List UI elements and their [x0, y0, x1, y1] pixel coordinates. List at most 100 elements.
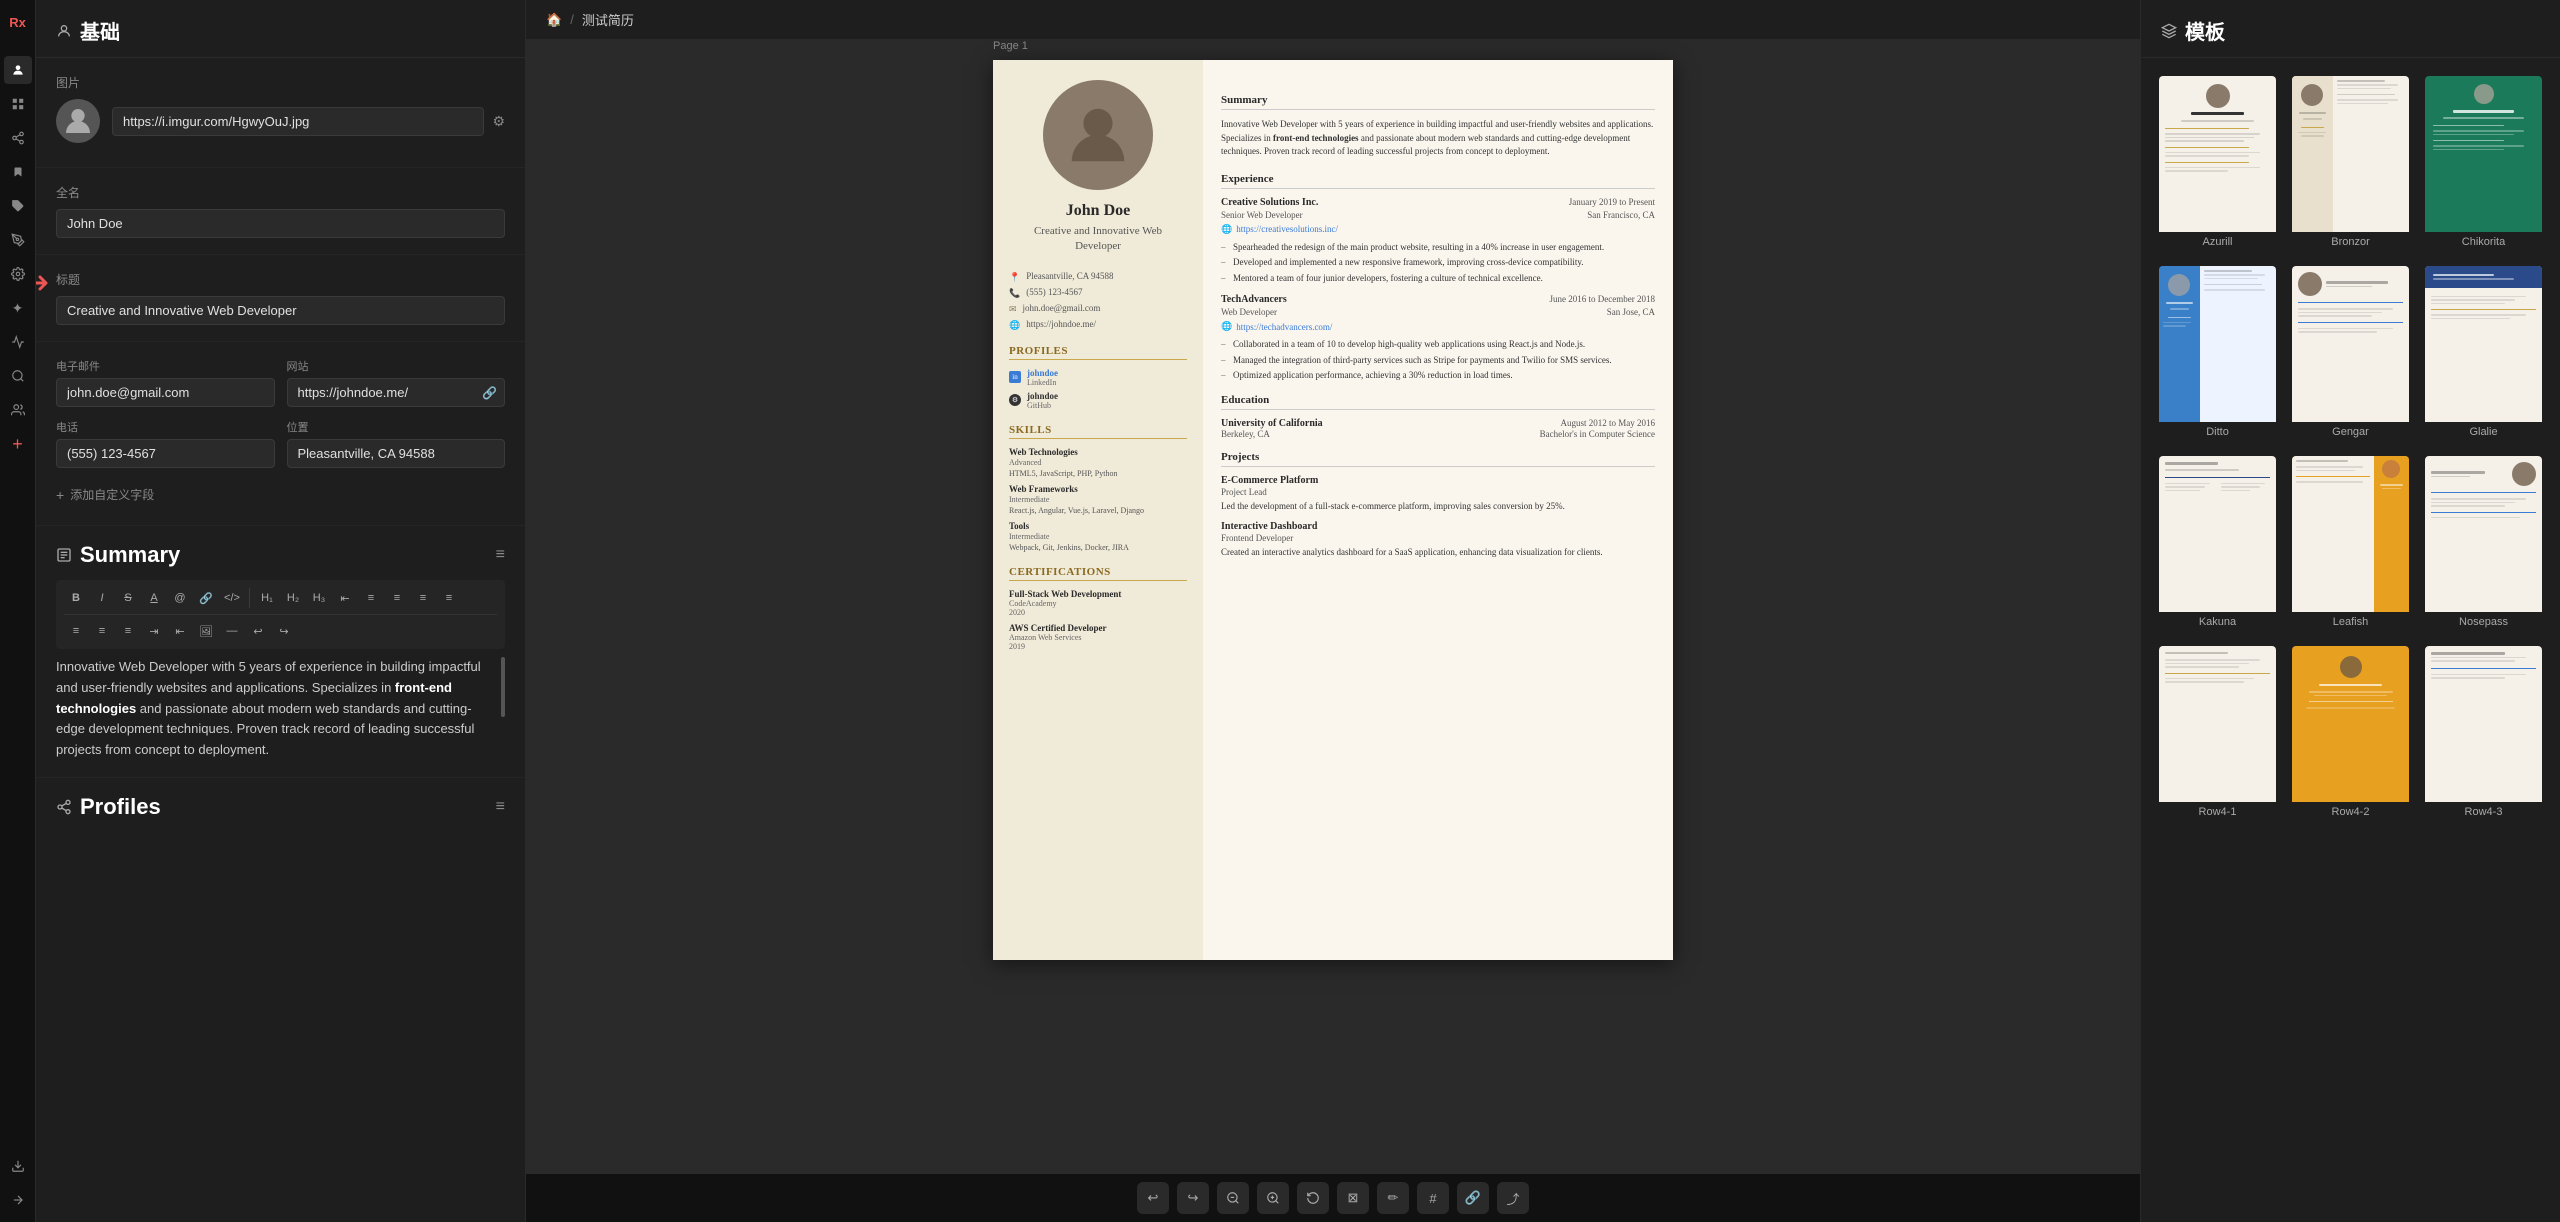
image-btn[interactable]: 🖼	[194, 619, 218, 643]
ditto-label: Ditto	[2159, 422, 2276, 440]
template-ditto[interactable]: Ditto	[2157, 264, 2278, 442]
add-custom-field-btn[interactable]: + 添加自定义字段	[56, 480, 154, 509]
home-icon[interactable]: 🏠	[546, 12, 562, 28]
fullname-label: 全名	[56, 184, 505, 201]
template-row4-3[interactable]: Row4-3	[2423, 644, 2544, 822]
profiles-icon	[56, 799, 72, 815]
nosepass-thumb	[2425, 456, 2542, 612]
resume-certifications-title: Certifications	[1009, 566, 1187, 581]
location-input[interactable]: Pleasantville, CA 94588	[287, 439, 506, 468]
avatar	[56, 99, 100, 143]
arrow-right-nav-icon[interactable]	[4, 1186, 32, 1214]
link-toolbar-btn[interactable]: 🔗	[1457, 1182, 1489, 1214]
email-input[interactable]: john.doe@gmail.com	[56, 378, 275, 407]
bookmark-nav-icon[interactable]	[4, 158, 32, 186]
website-input[interactable]: https://johndoe.me/	[287, 378, 506, 407]
grid-view-btn[interactable]: ⊠	[1337, 1182, 1369, 1214]
ordered-list-btn[interactable]: ≡	[90, 619, 114, 643]
align-left-btn[interactable]: ≡	[359, 586, 383, 610]
template-kakuna[interactable]: Kakuna	[2157, 454, 2278, 632]
strikethrough-btn[interactable]: S	[116, 586, 140, 610]
toolbar-divider	[249, 588, 250, 608]
unordered-list-btn[interactable]: ≡	[64, 619, 88, 643]
proj-2-name: Interactive Dashboard	[1221, 521, 1655, 532]
template-gengar[interactable]: Gengar	[2290, 264, 2411, 442]
mention-btn[interactable]: @	[168, 586, 192, 610]
bold-btn[interactable]: B	[64, 586, 88, 610]
underline-btn[interactable]: A	[142, 586, 166, 610]
template-leafish[interactable]: Leafish	[2290, 454, 2411, 632]
h2-btn[interactable]: H₂	[281, 586, 305, 610]
settings-nav-icon[interactable]	[4, 260, 32, 288]
glalie-thumb	[2425, 266, 2542, 422]
nosepass-label: Nosepass	[2425, 612, 2542, 630]
proj-1-role: Project Lead	[1221, 487, 1655, 497]
phone-input[interactable]: (555) 123-4567	[56, 439, 275, 468]
redo-toolbar-btn[interactable]: ↪	[1177, 1182, 1209, 1214]
share-nav-icon[interactable]	[4, 124, 32, 152]
align-center-btn[interactable]: ≡	[385, 586, 409, 610]
template-azurill[interactable]: Azurill	[2157, 74, 2278, 252]
hash-btn[interactable]: #	[1417, 1182, 1449, 1214]
exp-2-header: TechAdvancers June 2016 to December 2018	[1221, 294, 1655, 305]
ordered-list2-btn[interactable]: ≡	[116, 619, 140, 643]
puzzle-nav-icon[interactable]	[4, 192, 32, 220]
location-label: 位置	[287, 419, 506, 435]
title-input[interactable]: Creative and Innovative Web Developer	[56, 296, 505, 325]
profiles-menu-btn[interactable]: ≡	[496, 798, 505, 816]
template-bronzor[interactable]: Bronzor	[2290, 74, 2411, 252]
template-glalie[interactable]: Glalie	[2423, 264, 2544, 442]
outdent-btn[interactable]: ⇤	[168, 619, 192, 643]
link-btn[interactable]: 🔗	[194, 586, 218, 610]
download-nav-icon[interactable]	[4, 1152, 32, 1180]
reset-zoom-btn[interactable]	[1297, 1182, 1329, 1214]
template-row4-2[interactable]: Row4-2	[2290, 644, 2411, 822]
title-label: 标题	[56, 271, 80, 288]
summary-scrollbar[interactable]	[501, 657, 505, 717]
chart-nav-icon[interactable]	[4, 328, 32, 356]
hr-btn[interactable]: —	[220, 619, 244, 643]
resume-preview-area[interactable]: Page 1 John Doe Creative and Innovative …	[526, 40, 2140, 1173]
summary-content[interactable]: Innovative Web Developer with 5 years of…	[56, 657, 505, 761]
export-toolbar-btn[interactable]: ⤴	[1497, 1182, 1529, 1214]
azurill-label: Azurill	[2159, 232, 2276, 250]
redo-btn[interactable]: ↪	[272, 619, 296, 643]
resume-name: John Doe	[1009, 202, 1187, 220]
align-justify-btn[interactable]: ≡	[437, 586, 461, 610]
align-right-btn[interactable]: ≡	[411, 586, 435, 610]
summary-menu-btn[interactable]: ≡	[496, 546, 505, 564]
resume-summary-text: Innovative Web Developer with 5 years of…	[1221, 118, 1655, 159]
template-chikorita[interactable]: Chikorita	[2423, 74, 2544, 252]
code-btn[interactable]: </>	[220, 586, 244, 610]
indent-btn[interactable]: ⇥	[142, 619, 166, 643]
h3-btn[interactable]: H₃	[307, 586, 331, 610]
skill-1-level: Advanced	[1009, 458, 1187, 467]
skill-2-name: Web Frameworks	[1009, 484, 1187, 494]
indent-left-btn[interactable]: ⇤	[333, 586, 357, 610]
skill-1-tags: HTML5, JavaScript, PHP, Python	[1009, 469, 1187, 478]
zoom-out-btn[interactable]	[1217, 1182, 1249, 1214]
fullname-input[interactable]: John Doe	[56, 209, 505, 238]
person-nav-icon[interactable]	[4, 56, 32, 84]
add-nav-icon[interactable]: +	[4, 430, 32, 458]
italic-btn[interactable]: I	[90, 586, 114, 610]
h1-btn[interactable]: H₁	[255, 586, 279, 610]
photo-settings-btn[interactable]: ⚙	[492, 113, 505, 130]
pen-nav-icon[interactable]	[4, 226, 32, 254]
photo-url-input[interactable]: https://i.imgur.com/HgwyOuJ.jpg	[112, 107, 484, 136]
users-nav-icon[interactable]	[4, 396, 32, 424]
wand-nav-icon[interactable]: ✦	[4, 294, 32, 322]
template-row4-1[interactable]: Row4-1	[2157, 644, 2278, 822]
resume-email: ✉ john.doe@gmail.com	[1009, 303, 1187, 315]
zoom-in-btn[interactable]	[1257, 1182, 1289, 1214]
grid-nav-icon[interactable]	[4, 90, 32, 118]
undo-toolbar-btn[interactable]: ↩	[1137, 1182, 1169, 1214]
search-nav-icon[interactable]	[4, 362, 32, 390]
ditto-thumb	[2159, 266, 2276, 422]
undo-btn[interactable]: ↩	[246, 619, 270, 643]
leafish-label: Leafish	[2292, 612, 2409, 630]
exp-1-sub: Senior Web Developer San Francisco, CA	[1221, 210, 1655, 220]
github-icon: ⚙	[1009, 394, 1021, 406]
pen-toolbar-btn[interactable]: ✏	[1377, 1182, 1409, 1214]
template-nosepass[interactable]: Nosepass	[2423, 454, 2544, 632]
